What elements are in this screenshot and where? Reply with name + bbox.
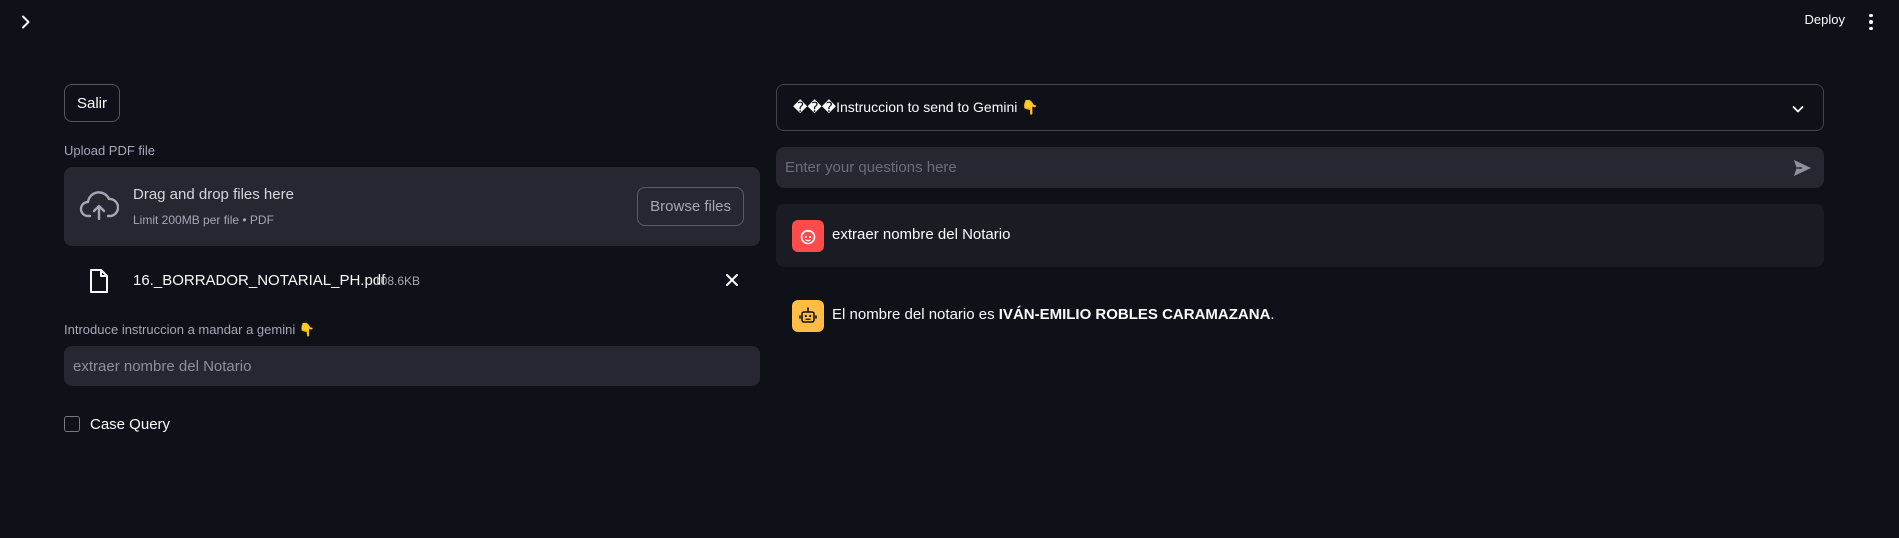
assistant-text-prefix: El nombre del notario es [832, 306, 999, 323]
file-size: 108.6KB [374, 274, 421, 288]
chevron-right-icon[interactable] [14, 10, 38, 34]
assistant-text-suffix: . [1270, 306, 1275, 323]
user-message-text: extraer nombre del Notario [832, 226, 1011, 243]
deploy-button[interactable]: Deploy [1805, 12, 1845, 27]
expander-title: ���Instruccion to send to Gemini 👇 [793, 99, 1039, 115]
case-query-checkbox-row[interactable]: Case Query [64, 412, 170, 436]
file-name: 16._BORRADOR_NOTARIAL_PH.pdf [133, 272, 386, 289]
logout-button[interactable]: Salir [64, 84, 121, 122]
upload-label: Upload PDF file [64, 143, 156, 158]
dropzone-subtitle: Limit 200MB per file • PDF [133, 213, 274, 227]
user-avatar-icon [792, 220, 824, 252]
top-bar: Deploy [0, 0, 1899, 46]
file-icon [88, 268, 110, 294]
case-query-label: Case Query [90, 415, 171, 433]
instruction-expander[interactable]: ���Instruccion to send to Gemini 👇 [776, 84, 1824, 131]
assistant-message-text: El nombre del notario es IVÁN-EMILIO ROB… [832, 306, 1275, 323]
close-icon[interactable] [724, 272, 740, 288]
chat-input-container [776, 147, 1824, 188]
chat-input[interactable] [785, 147, 1745, 188]
instruction-input[interactable]: extraer nombre del Notario [64, 346, 760, 386]
file-dropzone[interactable]: Drag and drop files here Limit 200MB per… [64, 167, 760, 246]
assistant-text-bold: IVÁN-EMILIO ROBLES CARAMAZANA [998, 306, 1271, 323]
chevron-down-icon [1791, 101, 1805, 115]
dropzone-title: Drag and drop files here [133, 186, 294, 203]
uploaded-file-row: 16._BORRADOR_NOTARIAL_PH.pdf 108.6KB [64, 264, 760, 304]
instruction-label: Introduce instruccion a mandar a gemini … [64, 322, 316, 337]
browse-files-button[interactable]: Browse files [637, 187, 744, 226]
user-message: extraer nombre del Notario [776, 204, 1824, 267]
kebab-menu-icon[interactable] [1865, 11, 1877, 33]
assistant-avatar-icon [792, 300, 824, 332]
case-query-checkbox[interactable] [64, 416, 80, 432]
cloud-upload-icon [79, 188, 120, 224]
send-icon[interactable] [1792, 158, 1812, 178]
